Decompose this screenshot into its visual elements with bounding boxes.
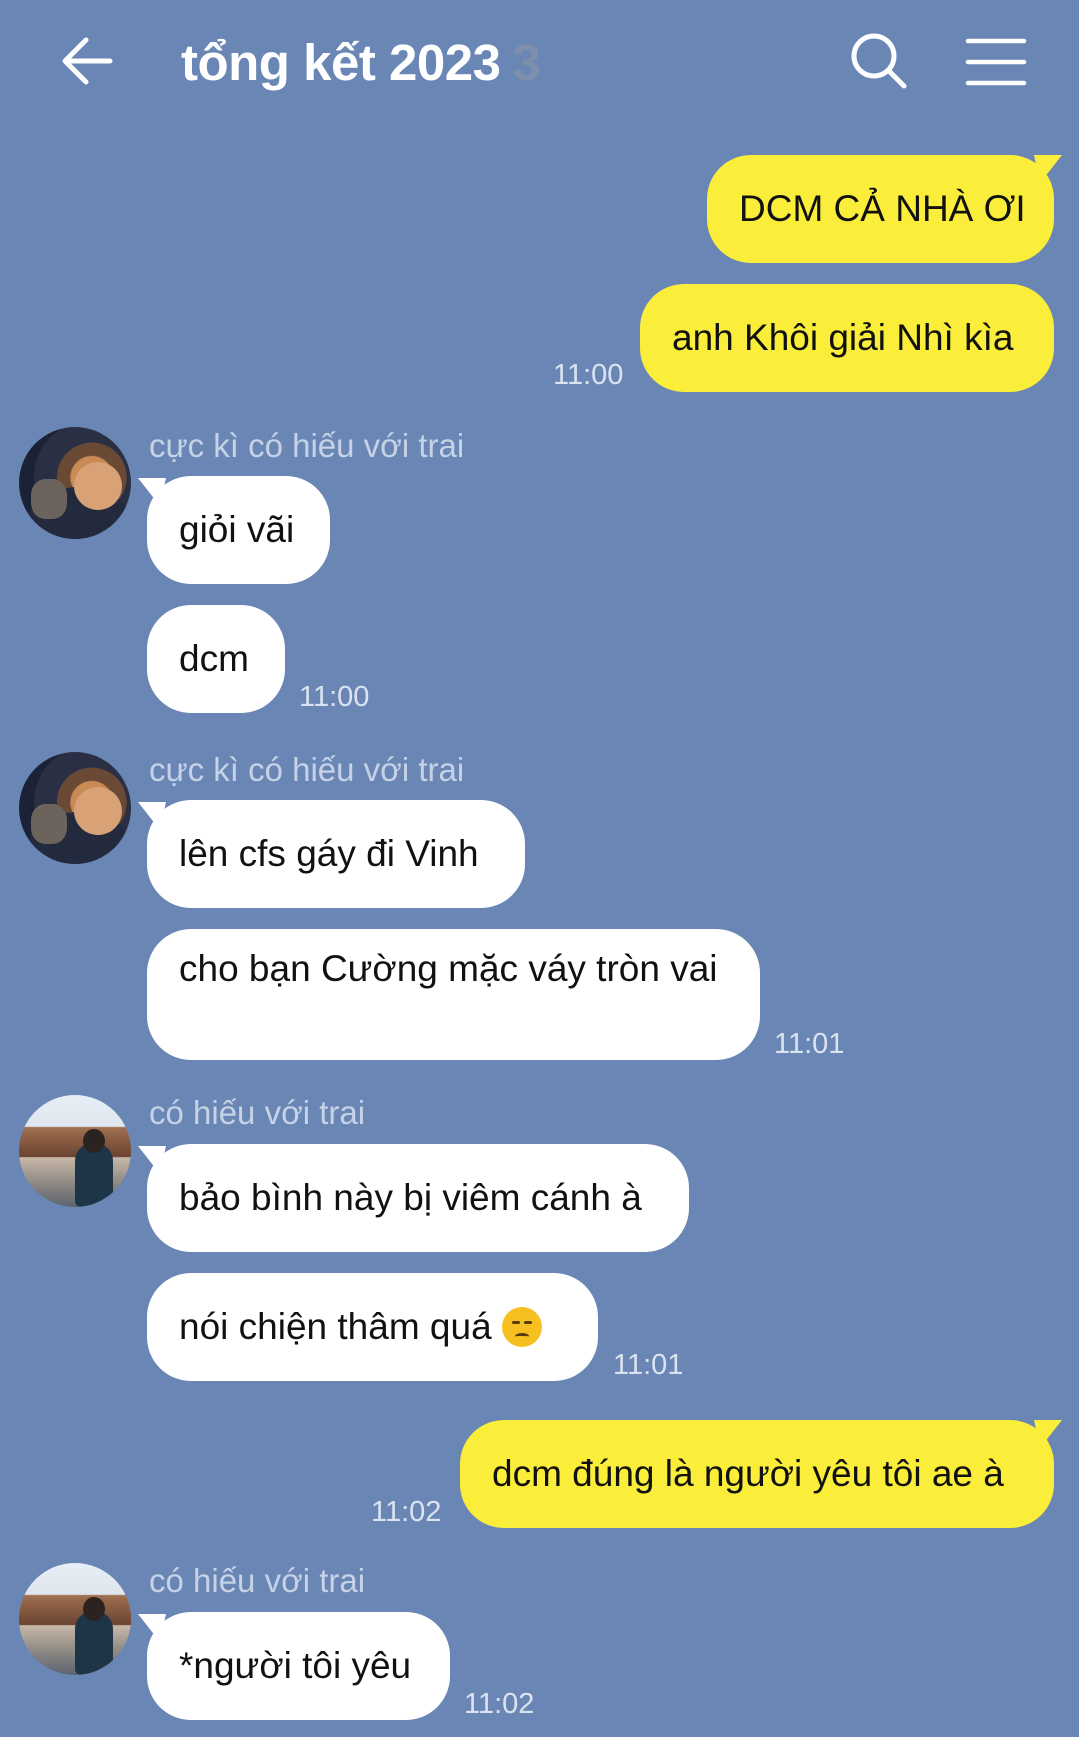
message-time: 11:02 — [464, 1688, 535, 1720]
message-text: cho bạn Cường mặc váy tròn vai — [179, 948, 718, 989]
bubble-tail — [1034, 155, 1062, 183]
sender-name: cực kì có hiếu với trai — [149, 751, 465, 788]
arrow-left-icon[interactable] — [58, 32, 116, 90]
incoming-message[interactable]: lên cfs gáy đi Vinh — [147, 800, 525, 908]
outgoing-message[interactable]: DCM CẢ NHÀ ƠI — [707, 155, 1054, 263]
incoming-message[interactable]: cho bạn Cường mặc váy tròn vai — [147, 929, 760, 1060]
outgoing-message[interactable]: anh Khôi giải Nhì kìa — [640, 284, 1054, 392]
member-count: 3 — [512, 34, 541, 91]
message-text: bảo bình này bị viêm cánh à — [179, 1177, 642, 1218]
hamburger-menu-icon[interactable] — [965, 36, 1027, 88]
outgoing-message[interactable]: dcm đúng là người yêu tôi ae à — [460, 1420, 1054, 1528]
incoming-message[interactable]: giỏi vãi — [147, 476, 330, 584]
message-time: 11:00 — [299, 681, 370, 713]
message-text: nói chiện thâm quá — [179, 1306, 492, 1347]
message-text: dcm đúng là người yêu tôi ae à — [492, 1453, 1004, 1494]
message-time: 11:01 — [774, 1028, 845, 1060]
bubble-tail — [1034, 1420, 1062, 1448]
incoming-message[interactable]: bảo bình này bị viêm cánh à — [147, 1144, 689, 1252]
incoming-message[interactable]: *người tôi yêu — [147, 1612, 450, 1720]
incoming-message[interactable]: nói chiện thâm quá — [147, 1273, 598, 1381]
message-time: 11:02 — [371, 1496, 442, 1528]
disappointed-face-emoji-icon — [501, 1307, 542, 1347]
sender-name: cực kì có hiếu với trai — [149, 427, 465, 464]
message-text: dcm — [179, 638, 249, 679]
chat-title-text: tổng kết 2023 — [181, 34, 501, 91]
message-time: 11:00 — [553, 359, 624, 391]
message-text: lên cfs gáy đi Vinh — [179, 833, 479, 874]
message-text: giỏi vãi — [179, 509, 295, 550]
chat-title: tổng kết 2023 3 — [181, 28, 541, 98]
avatar[interactable] — [19, 1095, 131, 1207]
search-icon[interactable] — [848, 30, 910, 92]
avatar[interactable] — [19, 752, 131, 864]
message-text: DCM CẢ NHÀ ƠI — [739, 188, 1026, 229]
incoming-message[interactable]: dcm — [147, 605, 285, 713]
avatar[interactable] — [19, 1563, 131, 1675]
avatar[interactable] — [19, 427, 131, 539]
message-text: anh Khôi giải Nhì kìa — [672, 317, 1014, 358]
message-time: 11:01 — [613, 1349, 684, 1381]
sender-name: có hiếu với trai — [149, 1094, 366, 1131]
message-text: *người tôi yêu — [179, 1645, 412, 1686]
sender-name: có hiếu với trai — [149, 1562, 366, 1599]
